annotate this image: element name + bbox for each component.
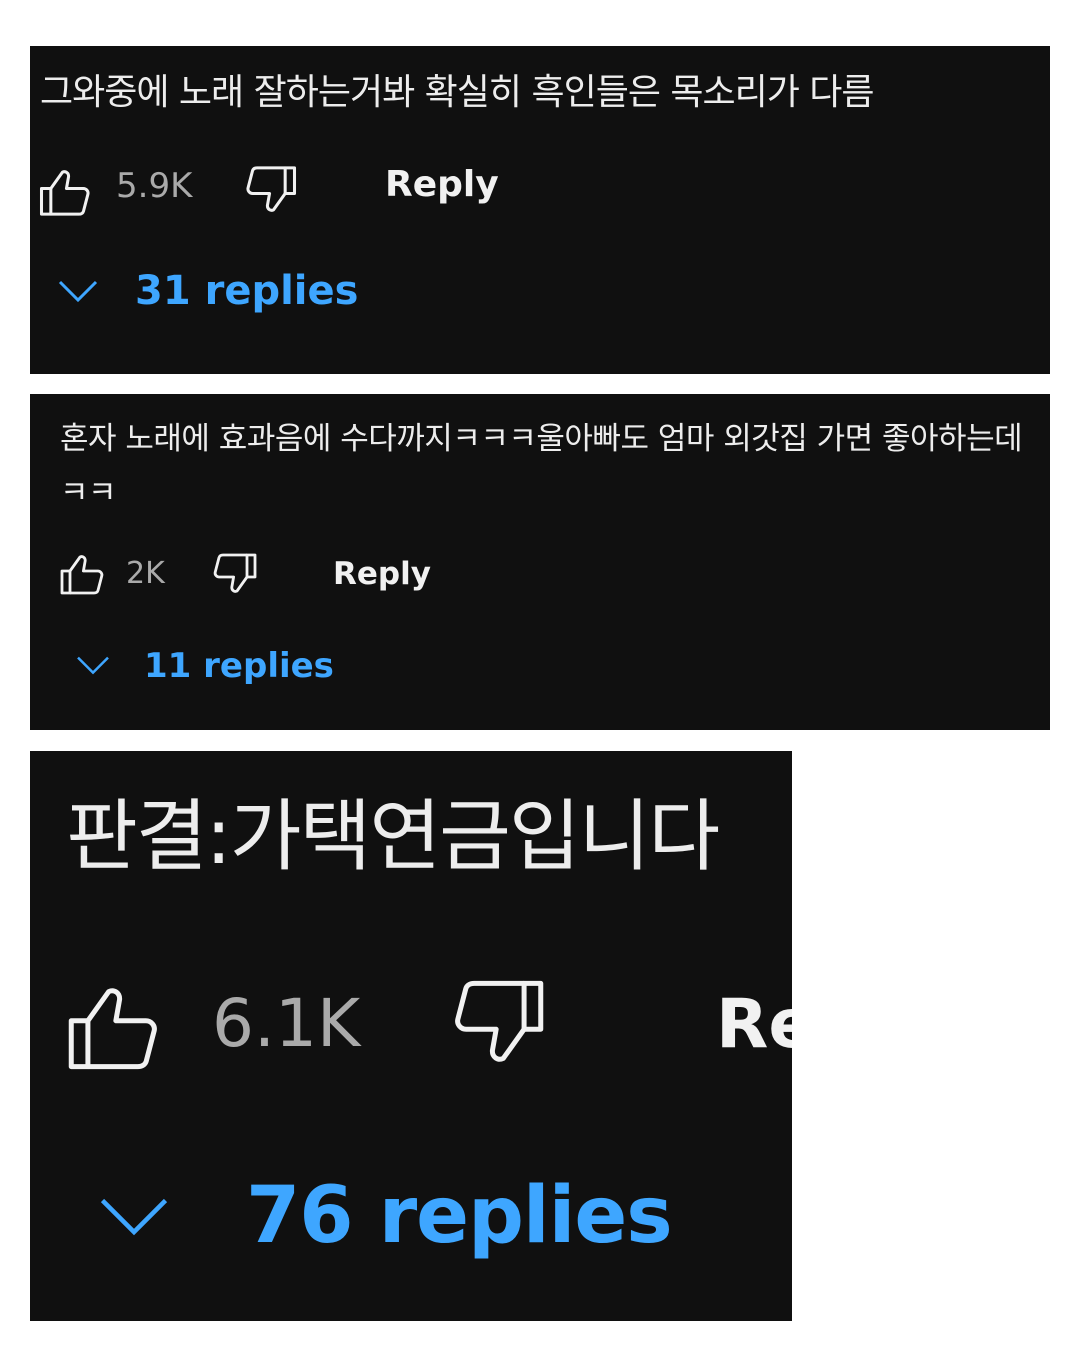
comment-text: 혼자 노래에 효과음에 수다까지ㅋㅋㅋ울아빠도 엄마 외갓집 가면 좋아하는데ㅋ… xyxy=(60,421,1023,511)
comment-text: 판결:가택연금입니다 xyxy=(66,792,720,882)
chevron-down-icon[interactable] xyxy=(76,656,110,676)
comment-text: 그와중에 노래 잘하는거봐 확실히 흑인들은 목소리가 다름 xyxy=(40,72,875,113)
thumbs-up-icon[interactable] xyxy=(60,977,170,1077)
chevron-down-icon[interactable] xyxy=(58,280,98,304)
like-count: 2K xyxy=(126,556,165,591)
comment-card-1: 그와중에 노래 잘하는거봐 확실히 흑인들은 목소리가 다름 5.9K Repl… xyxy=(30,46,1050,374)
thumbs-down-icon[interactable] xyxy=(240,162,300,218)
thumbs-down-icon[interactable] xyxy=(442,973,552,1073)
chevron-down-icon[interactable] xyxy=(96,1197,172,1239)
reply-button[interactable]: Reply xyxy=(385,164,499,205)
thumbs-up-icon[interactable] xyxy=(57,550,109,598)
reply-button[interactable]: Reply xyxy=(333,556,431,592)
comment-card-3: 판결:가택연금입니다 6.1K Re 76 replies xyxy=(30,751,792,1321)
view-replies-button[interactable]: 76 replies xyxy=(246,1171,673,1261)
like-count: 6.1K xyxy=(212,985,361,1062)
comment-card-2: 혼자 노래에 효과음에 수다까지ㅋㅋㅋ울아빠도 엄마 외갓집 가면 좋아하는데ㅋ… xyxy=(30,394,1050,730)
thumbs-down-icon[interactable] xyxy=(208,550,260,598)
page: 그와중에 노래 잘하는거봐 확실히 흑인들은 목소리가 다름 5.9K Repl… xyxy=(0,0,1080,1368)
view-replies-button[interactable]: 11 replies xyxy=(144,646,334,686)
thumbs-up-icon[interactable] xyxy=(36,164,96,220)
like-count: 5.9K xyxy=(116,166,193,206)
reply-button[interactable]: Re xyxy=(716,985,792,1064)
view-replies-button[interactable]: 31 replies xyxy=(135,268,358,314)
